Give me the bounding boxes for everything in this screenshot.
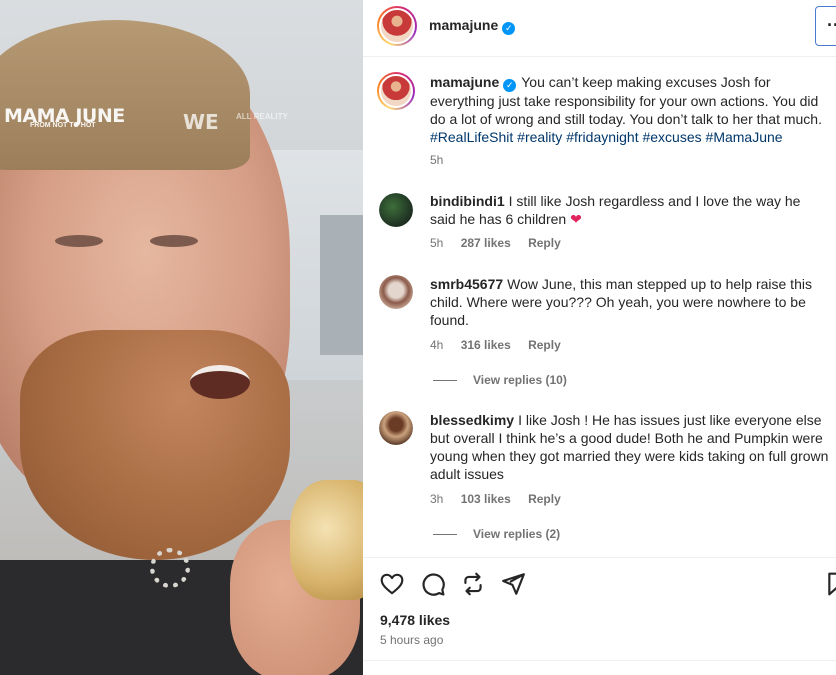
person-mouth <box>190 365 250 399</box>
more-options-button[interactable]: ··· <box>815 6 836 46</box>
view-replies-button[interactable]: View replies (2) <box>433 527 560 541</box>
comment-time[interactable]: 4h <box>430 338 443 352</box>
comment-text: blessedkimy I like Josh ! He has issues j… <box>430 411 830 483</box>
post-timestamp[interactable]: 5 hours ago <box>380 633 443 647</box>
commenter-username[interactable]: smrb45677 <box>430 276 503 292</box>
reply-button[interactable]: Reply <box>528 492 561 506</box>
caption-avatar[interactable] <box>377 72 415 110</box>
commenter-avatar[interactable] <box>379 275 413 309</box>
comment-likes[interactable]: 287 likes <box>461 236 511 250</box>
hashtag[interactable]: #MamaJune <box>706 129 783 145</box>
commenter-username[interactable]: bindibindi1 <box>430 193 505 209</box>
food-item <box>290 480 363 600</box>
person-eye-right <box>150 235 198 247</box>
likes-count[interactable]: 9,478 likes <box>380 612 450 628</box>
verified-badge-icon: ✓ <box>502 22 516 35</box>
heart-icon[interactable] <box>379 571 405 597</box>
comment-likes[interactable]: 103 likes <box>461 492 511 506</box>
caption-username[interactable]: mamajune <box>430 74 499 90</box>
caption-text: mamajune ✓ You can’t keep making excuses J… <box>430 73 830 146</box>
comment-meta: 3h 103 likes Reply <box>430 492 575 506</box>
red-heart-emoji: ❤ <box>570 211 582 227</box>
author-username-row: mamajune ✓ <box>429 17 516 35</box>
hashtag[interactable]: #excuses <box>642 129 701 145</box>
hashtag[interactable]: #RealLifeShit <box>430 129 513 145</box>
commenter-avatar[interactable] <box>379 411 413 445</box>
view-replies-label: View replies (2) <box>473 527 561 541</box>
bookmark-icon[interactable] <box>825 571 836 597</box>
person-hair <box>0 20 250 170</box>
repost-icon[interactable] <box>460 571 486 597</box>
hashtag[interactable]: #fridaynight <box>566 129 638 145</box>
verified-badge-icon: ✓ <box>503 79 517 92</box>
view-replies-button[interactable]: View replies (10) <box>433 373 567 387</box>
background-window-dark <box>320 215 363 355</box>
comment-text: smrb45677 Wow June, this man stepped up t… <box>430 275 830 329</box>
person-chain <box>150 548 190 588</box>
network-logo: WE <box>183 110 219 134</box>
person-beard <box>20 330 290 560</box>
caption-meta: 5h <box>430 153 457 167</box>
view-replies-label: View replies (10) <box>473 373 567 387</box>
author-avatar[interactable] <box>377 6 417 46</box>
comments-list[interactable]: mamajune ✓ You can’t keep making excuses J… <box>363 57 836 557</box>
show-logo-sub: FROM NOT TO HOT <box>30 122 96 129</box>
divider <box>433 380 457 382</box>
comment-likes[interactable]: 316 likes <box>461 338 511 352</box>
comment-time[interactable]: 5h <box>430 236 443 250</box>
person-eye-left <box>55 235 103 247</box>
post-media[interactable]: MAMA JUNE FROM NOT TO HOT WE ALL REALITY <box>0 0 363 675</box>
divider <box>363 660 836 661</box>
hashtag[interactable]: #reality <box>517 129 562 145</box>
caption-time[interactable]: 5h <box>430 153 443 167</box>
network-logo-sub: ALL REALITY <box>236 112 288 121</box>
comment-text: bindibindi1 I still like Josh regardless … <box>430 192 830 228</box>
post-panel: mamajune✓ ··· mamajune✓You can’t keep ma… <box>363 0 836 675</box>
reply-button[interactable]: Reply <box>528 338 561 352</box>
author-username[interactable]: mamajune <box>429 17 498 33</box>
reply-button[interactable]: Reply <box>528 236 561 250</box>
post-header: mamajune ✓ ··· <box>363 0 836 57</box>
comment-meta: 4h 316 likes Reply <box>430 338 575 352</box>
divider <box>433 534 457 536</box>
send-icon[interactable] <box>500 571 526 597</box>
comment-meta: 5h 287 likes Reply <box>430 236 575 250</box>
commenter-username[interactable]: blessedkimy <box>430 412 514 428</box>
comment-time[interactable]: 3h <box>430 492 443 506</box>
commenter-avatar[interactable] <box>379 193 413 227</box>
comment-icon[interactable] <box>420 571 446 597</box>
